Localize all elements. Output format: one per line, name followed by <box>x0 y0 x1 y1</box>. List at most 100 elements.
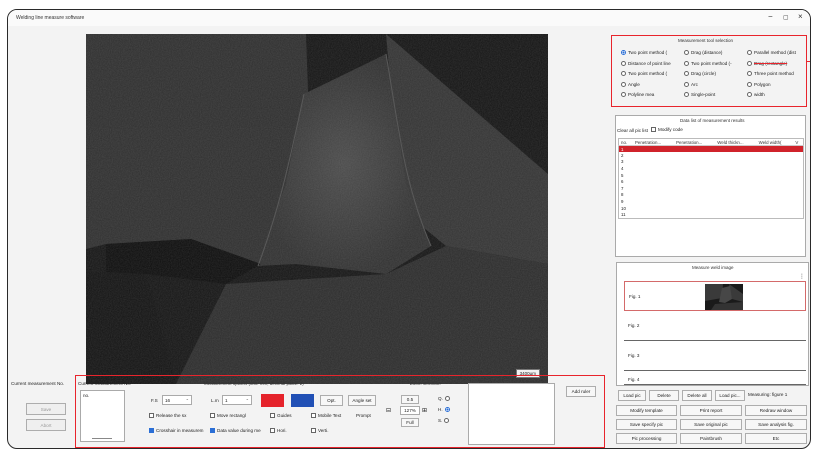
table-cell <box>674 152 715 159</box>
tool-option-2[interactable]: Drag (distance) <box>684 50 722 55</box>
abort-button[interactable]: Abort <box>26 419 66 431</box>
delete-button[interactable]: Delete <box>649 390 679 401</box>
load-pic-button[interactable]: Load pic <box>618 390 646 401</box>
redraw-window-button[interactable]: Redraw window <box>745 405 807 416</box>
zoom-title: Zoom selection <box>410 381 441 386</box>
save-original-pic-button[interactable]: Save original pic <box>680 419 742 430</box>
zoom-in-icon[interactable]: ⊞ <box>422 407 427 414</box>
column-header[interactable]: Penetration... <box>632 138 675 146</box>
tool-option-15[interactable]: width <box>747 92 765 97</box>
prompt-label[interactable]: Prompt <box>356 413 371 418</box>
fs-combo[interactable]: 16 ⌄ <box>162 395 192 405</box>
lm-combo[interactable]: 1 ⌄ <box>222 395 252 405</box>
maximize-button[interactable]: ▢ <box>783 14 789 22</box>
table-row[interactable]: 1 <box>618 145 804 153</box>
column-header[interactable]: no. <box>618 138 633 146</box>
modify-code-checkbox[interactable]: Modify code <box>651 127 683 132</box>
table-row[interactable]: 11 <box>619 211 804 218</box>
table-row[interactable]: 2 <box>619 152 804 159</box>
table-cell <box>757 165 794 172</box>
data-value-checkbox[interactable]: Data value during me <box>210 428 261 433</box>
checkbox-box <box>270 428 275 433</box>
hori-checkbox[interactable]: Hori. <box>270 428 287 433</box>
line-color-red-swatch[interactable] <box>261 394 284 407</box>
tool-option-label: Angle <box>628 81 640 87</box>
results-table[interactable]: no. Penetration... Penetration... Weld thic… <box>618 138 804 219</box>
close-button[interactable]: × <box>798 13 803 21</box>
table-cell <box>715 165 756 172</box>
guides-checkbox[interactable]: Guides <box>270 413 292 418</box>
table-cell <box>793 211 803 218</box>
zoom-full-button[interactable]: Full <box>401 418 419 427</box>
tool-option-5[interactable]: Two point method (- <box>684 60 732 66</box>
tool-option-9[interactable]: Three point method <box>747 71 794 76</box>
tool-option-3[interactable]: Parallel method (dist <box>747 50 796 55</box>
table-row[interactable]: 6 <box>619 178 804 185</box>
crosshair-checkbox[interactable]: Crosshair in measurem <box>149 428 203 433</box>
q-radio[interactable]: Q. <box>438 396 452 401</box>
tool-option-10[interactable]: Angle <box>621 81 640 87</box>
table-row[interactable]: 8 <box>619 192 804 199</box>
h-radio[interactable]: H. <box>438 407 452 412</box>
table-cell <box>756 145 794 153</box>
column-header[interactable]: Weld thickn... <box>715 138 757 146</box>
save-analysis-fig-button[interactable]: Save analysis fig. <box>745 419 807 430</box>
column-header[interactable]: Penetration... <box>674 138 716 146</box>
release-checkbox[interactable]: Release the sx <box>149 413 186 418</box>
angle-set-button[interactable]: Angle set <box>348 395 376 406</box>
zoom-out-icon[interactable]: ⊟ <box>386 407 391 414</box>
move-rectangle-label: Move rectangl <box>217 413 246 418</box>
image-list-item[interactable]: Fig. 4 <box>624 371 806 385</box>
table-row[interactable]: 7 <box>619 185 804 192</box>
column-header[interactable]: Weld width( <box>756 138 794 146</box>
fs-value: 16 <box>165 397 171 403</box>
paintbrush-button[interactable]: Paintbrush <box>680 433 742 444</box>
minimize-button[interactable]: − <box>768 13 773 21</box>
tool-option-7[interactable]: Two point method ( <box>621 71 667 76</box>
table-cell <box>715 159 756 166</box>
s-radio[interactable]: S. <box>438 418 451 423</box>
move-rectangle-checkbox[interactable]: Move rectangl <box>210 413 246 418</box>
tool-option-11[interactable]: Arc <box>684 81 698 87</box>
text-color-blue-swatch[interactable] <box>291 394 314 407</box>
image-list-item[interactable]: Fig. 1 <box>624 281 806 311</box>
image-label: Fig. 2 <box>628 323 640 328</box>
tool-option-6[interactable]: Drag (rectangle) <box>747 60 787 66</box>
save-button[interactable]: Save <box>26 403 66 415</box>
table-row[interactable]: 5 <box>619 172 804 179</box>
print-report-button[interactable]: Print report <box>680 405 742 416</box>
table-row[interactable]: 10 <box>619 205 804 212</box>
mobile-text-checkbox[interactable]: Mobile Text <box>311 413 341 418</box>
tool-option-14[interactable]: Single-point <box>684 92 715 97</box>
image-list-item[interactable]: Fig. 2 <box>624 311 806 341</box>
tool-option-1[interactable]: Two point method ( <box>621 50 667 55</box>
delete-all-button[interactable]: Delete all <box>682 390 712 401</box>
save-specify-pic-button[interactable]: Save specify pic <box>616 419 677 430</box>
table-row[interactable]: 3 <box>619 159 804 166</box>
table-cell <box>674 211 715 218</box>
zoom-half-button[interactable]: 0.5 <box>401 395 419 404</box>
tool-option-13[interactable]: Polyline mea <box>621 92 654 97</box>
opt-button[interactable]: Opt. <box>320 395 343 406</box>
clear-all-pic-list[interactable]: Clear all pic list <box>617 128 648 133</box>
table-row[interactable]: 4 <box>619 165 804 172</box>
pic-processing-button[interactable]: Pic processing <box>616 433 677 444</box>
mobile-text-label: Mobile Text <box>318 413 342 418</box>
image-list-item[interactable]: Fig. 3 <box>624 341 806 371</box>
etc-button[interactable]: Etc <box>745 433 807 444</box>
modify-template-button[interactable]: Modify template <box>616 405 677 416</box>
tool-option-4[interactable]: Distance of point line <box>621 60 671 66</box>
zoom-value-field[interactable]: 127% <box>400 406 420 415</box>
column-header[interactable]: V <box>793 138 804 146</box>
more-icon[interactable]: ⋮ <box>799 273 805 280</box>
verti-checkbox[interactable]: Verti. <box>311 428 328 433</box>
add-ruler-button[interactable]: Add ruler <box>566 386 596 397</box>
table-row[interactable]: 9 <box>619 198 804 205</box>
tool-option-8[interactable]: Drag (circle) <box>684 71 716 76</box>
load-pic-more-button[interactable]: Load pic... <box>715 390 745 401</box>
weld-image-viewport[interactable]: 3400μm <box>86 34 548 384</box>
options-title: Measurement options (unit: mm, decimal p… <box>204 381 304 386</box>
table-cell <box>757 205 794 212</box>
table-cell <box>715 172 756 179</box>
tool-option-12[interactable]: Polygon <box>747 81 771 87</box>
